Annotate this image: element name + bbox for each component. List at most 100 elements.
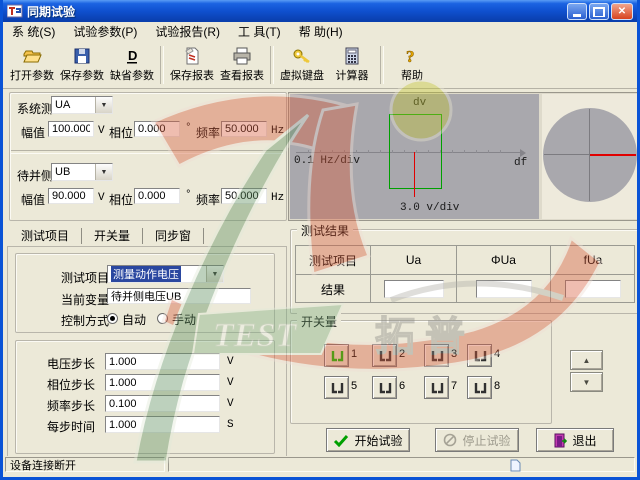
toolbar-calculator-button[interactable]: 计算器	[327, 44, 377, 86]
switches-group-label: 开关量	[297, 313, 342, 330]
system-phase-label: 相位	[109, 126, 134, 140]
switch-label-6: 6	[399, 380, 406, 392]
standby-freq-unit: Hz	[271, 192, 285, 204]
tab-test-items[interactable]: 测试项目	[9, 227, 83, 244]
scope-panel: dv df 0.1 Hz/div 3.0 v/div	[288, 92, 637, 221]
freq-step-unit: V	[227, 398, 234, 410]
result-f-ua-input[interactable]	[565, 280, 621, 298]
switch-button-8[interactable]	[467, 376, 492, 399]
minimize-button[interactable]	[567, 3, 587, 20]
manual-radio[interactable]	[157, 313, 168, 324]
toolbar-separator	[380, 45, 384, 84]
phase-step-input[interactable]	[105, 374, 220, 391]
scroll-down-button[interactable]: ▼	[570, 372, 603, 392]
switch-button-4[interactable]	[467, 344, 492, 367]
svg-text:?: ?	[406, 47, 415, 66]
switch-label-4: 4	[494, 348, 501, 360]
freq-step-input[interactable]	[105, 395, 220, 412]
menu-test-report[interactable]: 试验报告(R)	[146, 23, 229, 40]
system-amp-input[interactable]	[48, 121, 94, 137]
stop-test-button[interactable]: 停止试验	[435, 428, 519, 452]
standby-side-label: 待并侧	[17, 169, 54, 183]
test-item-combo[interactable]: 测量动作电压 ▼	[107, 265, 224, 283]
exit-button[interactable]: 退出	[536, 428, 614, 452]
toolbar-help-button[interactable]: ? 帮助	[387, 44, 437, 86]
switch-button-6[interactable]	[372, 376, 397, 399]
phase-step-unit: V	[227, 377, 234, 389]
window-title: 同期试验	[27, 4, 76, 19]
step-time-input[interactable]	[105, 416, 220, 433]
results-header-ua: Ua	[371, 246, 457, 275]
voltage-step-input[interactable]	[105, 353, 220, 370]
results-table: 测试项目 Ua ΦUa fUa 结果	[295, 245, 635, 303]
menu-system[interactable]: 系 统(S)	[3, 23, 64, 40]
toolbar-open-params-button[interactable]: 打开参数	[7, 44, 57, 86]
menu-help[interactable]: 帮 助(H)	[290, 23, 352, 40]
switch-button-2[interactable]	[372, 344, 397, 367]
toolbar-default-params-button[interactable]: D 缺省参数	[107, 44, 157, 86]
contact-icon	[379, 382, 391, 393]
chevron-down-icon[interactable]: ▼	[95, 164, 112, 180]
status-bar: 设备连接断开	[3, 456, 637, 474]
y-scale-label: 3.0 v/div	[400, 202, 460, 214]
system-freq-label: 频率	[196, 126, 221, 140]
synchroscope	[542, 94, 637, 219]
open-folder-icon	[23, 50, 42, 63]
chevron-down-icon[interactable]: ▼	[206, 266, 223, 282]
switch-button-5[interactable]	[324, 376, 349, 399]
standby-channel-combo[interactable]: UB ▼	[51, 163, 113, 181]
standby-freq-input[interactable]	[221, 188, 267, 204]
sync-window-rect	[389, 114, 442, 189]
menu-test-params[interactable]: 试验参数(P)	[64, 23, 146, 40]
maximize-icon	[593, 6, 605, 17]
switch-button-1[interactable]	[324, 344, 349, 367]
switch-button-3[interactable]	[424, 344, 449, 367]
start-test-button[interactable]: 开始试验	[326, 428, 410, 452]
standby-amp-input[interactable]	[48, 188, 94, 204]
down-arrow-icon: ▼	[582, 377, 591, 387]
chevron-down-icon[interactable]: ▼	[95, 97, 112, 113]
toolbar-virtual-keyboard-button[interactable]: 虚拟键盘	[277, 44, 327, 86]
toolbar-save-params-button[interactable]: 保存参数	[57, 44, 107, 86]
toolbar-save-report-button[interactable]: 保存报表	[167, 44, 217, 86]
standby-freq-label: 频率	[196, 193, 221, 207]
exit-door-icon	[554, 433, 568, 447]
voltage-step-label: 电压步长	[47, 357, 96, 371]
results-header-item: 测试项目	[296, 246, 371, 275]
tab-sync-window[interactable]: 同步窗	[143, 227, 205, 244]
switch-label-2: 2	[399, 348, 406, 360]
menu-bar: 系 统(S) 试验参数(P) 试验报告(R) 工 具(T) 帮 助(H)	[3, 22, 637, 42]
contact-icon	[474, 382, 486, 393]
contact-icon	[331, 382, 343, 393]
voltage-step-unit: V	[227, 356, 234, 368]
contact-icon	[474, 350, 486, 361]
contact-icon	[331, 350, 343, 361]
toolbar-separator	[160, 45, 164, 84]
system-phase-input[interactable]	[134, 121, 180, 137]
current-variable-input[interactable]	[107, 288, 251, 304]
control-mode-label: 控制方式	[61, 314, 110, 328]
auto-radio-label: 自动	[122, 313, 147, 327]
results-header-phi-ua: ΦUa	[457, 246, 551, 275]
maximize-button[interactable]	[589, 3, 609, 20]
close-button[interactable]: ✕	[611, 3, 633, 20]
tab-switches[interactable]: 开关量	[82, 227, 144, 244]
result-ua-input[interactable]	[383, 280, 444, 298]
menu-tools[interactable]: 工 具(T)	[229, 23, 290, 40]
step-time-label: 每步时间	[47, 420, 96, 434]
scroll-up-button[interactable]: ▲	[570, 350, 603, 370]
system-side-label: 系统测	[17, 102, 54, 116]
standby-phase-input[interactable]	[134, 188, 180, 204]
status-message-panel	[168, 457, 635, 472]
auto-radio[interactable]	[107, 313, 118, 324]
result-phi-ua-input[interactable]	[475, 280, 532, 298]
switch-label-5: 5	[351, 380, 358, 392]
switch-label-7: 7	[451, 380, 458, 392]
switch-button-7[interactable]	[424, 376, 449, 399]
help-icon: ?	[406, 47, 415, 66]
toolbar-view-report-button[interactable]: 查看报表	[217, 44, 267, 86]
switch-label-8: 8	[494, 380, 501, 392]
system-channel-combo[interactable]: UA ▼	[51, 96, 113, 114]
manual-radio-label: 手动	[172, 313, 197, 327]
system-freq-input[interactable]	[221, 121, 267, 137]
